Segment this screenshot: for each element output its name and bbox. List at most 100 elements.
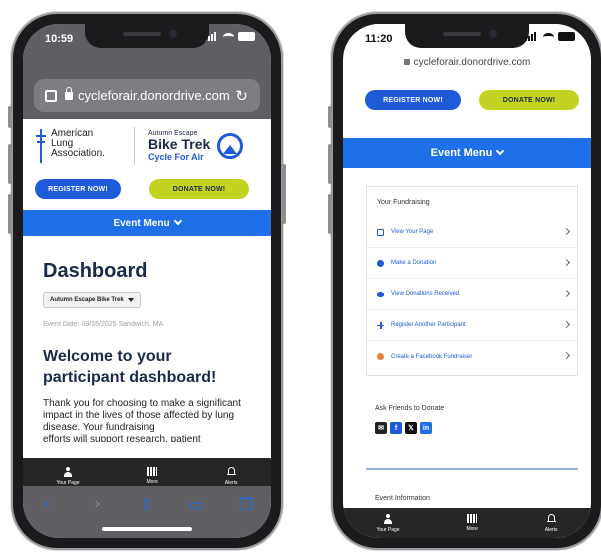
ask-friends-heading: Ask Friends to Donate	[375, 405, 445, 412]
dropdown-arrow-icon	[127, 298, 134, 302]
fundraising-card: Your Fundraising View Your Page Make a D…	[366, 186, 578, 376]
event-select-value: Autumn Escape Bike Trek	[50, 297, 124, 303]
chevron-right-icon	[562, 320, 571, 329]
chevron-right-icon	[562, 351, 571, 360]
list-item-view-donations[interactable]: View Donations Received	[367, 279, 577, 310]
dollar-icon	[377, 259, 384, 267]
dashboard-content: Dashboard Autumn Escape Bike Trek Event …	[43, 246, 257, 442]
lock-icon	[403, 59, 410, 65]
bike-trek-logo[interactable]: Autumn Escape Bike Trek Cycle For Air	[148, 130, 210, 162]
chevron-down-icon	[173, 216, 182, 226]
stage: 10:59 cycleforair.donordrive.com ↻ Ameri…	[0, 0, 601, 554]
home-indicator[interactable]	[102, 527, 192, 531]
tab-alerts[interactable]: Alerts	[225, 466, 238, 486]
plus-icon	[377, 321, 384, 329]
tab-alerts[interactable]: Alerts	[545, 513, 558, 533]
section-divider	[366, 468, 578, 470]
volume-up-button	[8, 144, 12, 184]
notch	[405, 24, 529, 48]
chevron-down-icon	[496, 146, 505, 156]
lock-icon	[65, 86, 73, 100]
grid-icon	[147, 467, 158, 476]
chevron-right-icon	[562, 258, 571, 267]
chevron-right-icon	[562, 227, 571, 236]
email-share-icon[interactable]: ✉	[375, 422, 387, 434]
tab-your-page[interactable]: Your Page	[376, 513, 400, 533]
status-icons	[205, 32, 255, 41]
tab-more[interactable]: More	[146, 467, 158, 485]
bell-icon	[226, 466, 236, 477]
event-select[interactable]: Autumn Escape Bike Trek	[43, 292, 141, 308]
person-icon	[383, 513, 393, 524]
bike-trek-subtitle: Cycle For Air	[148, 152, 204, 162]
reload-icon[interactable]: ↻	[235, 87, 248, 105]
event-information-heading: Event Information	[375, 495, 430, 502]
fundraising-heading: Your Fundraising	[377, 199, 430, 206]
phone-left: 10:59 cycleforair.donordrive.com ↻ Ameri…	[8, 14, 286, 548]
status-time: 10:59	[45, 33, 74, 45]
wifi-icon	[223, 32, 234, 41]
x-share-icon[interactable]: 𝕏	[405, 422, 417, 434]
facebook-share-icon[interactable]: f	[390, 422, 402, 434]
share-icon[interactable]: ⇧	[136, 495, 158, 538]
event-date: Event Date: 09/26/2025 Sandwich, MA	[43, 321, 164, 328]
site-header: American Lung Association. Autumn Escape…	[23, 119, 271, 179]
list-item-view-your-page[interactable]: View Your Page	[367, 217, 577, 248]
address-bar[interactable]: cycleforair.donordrive.com	[343, 57, 591, 68]
forward-icon[interactable]: ›	[86, 495, 108, 538]
intro-text-cut: efforts will support research, patient	[43, 434, 201, 442]
chevron-right-icon	[562, 289, 571, 298]
eye-icon	[377, 291, 384, 297]
bike-trek-title: Bike Trek	[148, 136, 211, 152]
ala-logo[interactable]: American Lung Association.	[36, 129, 105, 163]
list-item-register-another[interactable]: Register Another Participant	[367, 310, 577, 341]
list-item-make-donation[interactable]: Make a Donation	[367, 248, 577, 279]
volume-down-button	[328, 194, 332, 234]
event-menu-toggle[interactable]: Event Menu	[23, 210, 271, 236]
page-menu-icon[interactable]	[45, 89, 57, 102]
wifi-icon	[543, 32, 554, 41]
status-time: 11:20	[365, 33, 393, 45]
register-button[interactable]: REGISTER NOW!	[365, 90, 461, 110]
notch	[85, 24, 209, 48]
event-menu-label: Event Menu	[113, 217, 170, 229]
ala-cross-icon	[36, 129, 46, 163]
event-menu-label: Event Menu	[430, 147, 493, 159]
screen-right: 11:20 cycleforair.donordrive.com REGISTE…	[343, 24, 591, 538]
mute-switch	[8, 106, 12, 128]
address-url[interactable]: cycleforair.donordrive.com	[78, 88, 230, 103]
battery-icon	[238, 32, 255, 41]
grid-icon	[467, 514, 478, 523]
tab-your-page[interactable]: Your Page	[56, 466, 80, 486]
bookmarks-icon[interactable]: ▭	[186, 495, 208, 538]
volume-down-button	[8, 194, 12, 234]
intro-text: Thank you for choosing to make a signifi…	[43, 398, 241, 433]
event-menu-toggle[interactable]: Event Menu	[343, 138, 591, 168]
bottom-tab-bar: Your Page More Alerts	[343, 508, 591, 538]
donate-button[interactable]: DONATE NOW!	[149, 179, 249, 199]
linkedin-share-icon[interactable]: in	[420, 422, 432, 434]
donate-button[interactable]: DONATE NOW!	[479, 90, 579, 110]
status-icons	[525, 32, 575, 41]
address-bar[interactable]: cycleforair.donordrive.com ↻	[34, 79, 260, 112]
page-icon	[377, 228, 384, 236]
browser-toolbar: cycleforair.donordrive.com ↻	[23, 54, 271, 119]
volume-up-button	[328, 144, 332, 184]
list-item-facebook-fundraiser[interactable]: Create a Facebook Fundraiser	[367, 341, 577, 372]
power-button	[282, 164, 286, 224]
battery-icon	[558, 32, 575, 41]
bell-icon	[546, 513, 556, 524]
tab-more[interactable]: More	[466, 514, 478, 532]
tabs-icon[interactable]: ❐	[235, 495, 257, 538]
share-buttons: ✉ f 𝕏 in	[375, 422, 432, 434]
register-button[interactable]: REGISTER NOW!	[35, 179, 121, 199]
back-icon[interactable]: ‹	[37, 495, 59, 538]
welcome-heading: Welcome to your participant dashboard!	[43, 348, 217, 386]
address-url[interactable]: cycleforair.donordrive.com	[414, 57, 531, 68]
phone-right: 11:20 cycleforair.donordrive.com REGISTE…	[328, 14, 601, 548]
page-title: Dashboard	[43, 260, 148, 282]
mountain-emblem-icon	[217, 133, 243, 159]
screen-left: 10:59 cycleforair.donordrive.com ↻ Ameri…	[23, 24, 271, 538]
person-icon	[63, 466, 73, 477]
facebook-icon	[377, 353, 384, 360]
